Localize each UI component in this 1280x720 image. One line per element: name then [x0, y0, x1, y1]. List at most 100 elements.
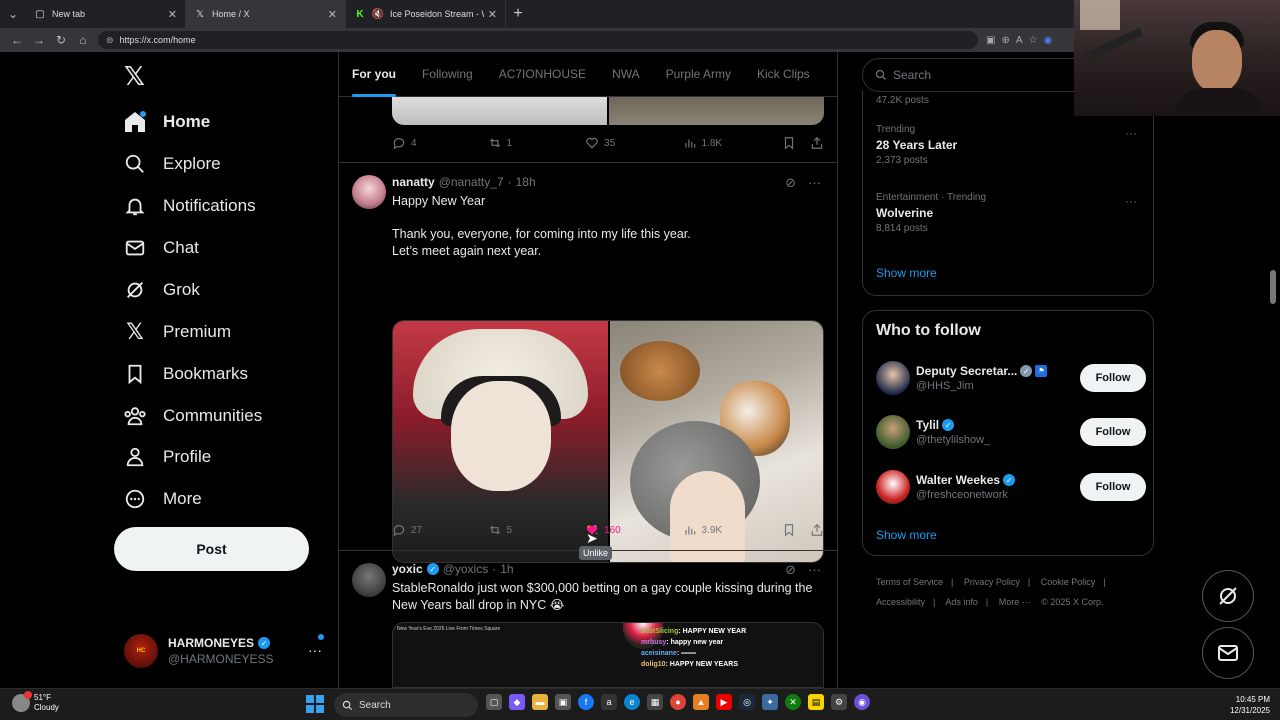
show-more-link[interactable]: Show more — [876, 266, 937, 280]
avatar[interactable] — [352, 563, 386, 597]
repost-button[interactable]: 5 — [488, 523, 586, 537]
post-button[interactable]: Post — [114, 527, 309, 571]
url-field[interactable]: ⊜ https://x.com/home — [98, 31, 978, 49]
grok-fab-button[interactable] — [1202, 570, 1254, 622]
trend-item[interactable]: Entertainment · Trending Wolverine 8,814… — [876, 192, 986, 234]
favorite-star-icon[interactable]: ☆ — [1029, 35, 1038, 46]
more-dots-icon[interactable]: ··· — [808, 175, 821, 191]
weather-widget[interactable]: 51°F Cloudy — [12, 691, 59, 713]
post-time[interactable]: 18h — [516, 175, 536, 189]
more-link[interactable]: More ··· — [999, 597, 1031, 607]
terms-link[interactable]: Terms of Service — [876, 577, 943, 587]
tab-purple-army[interactable]: Purple Army — [666, 52, 731, 97]
avatar[interactable] — [352, 175, 386, 209]
messages-fab-button[interactable] — [1202, 627, 1254, 679]
nav-bookmarks[interactable]: Bookmarks — [122, 356, 248, 392]
nav-profile[interactable]: Profile — [122, 439, 211, 475]
tab-following[interactable]: Following — [422, 52, 473, 97]
steam-icon[interactable]: ◎ — [739, 694, 755, 710]
page-scrollbar[interactable] — [1268, 52, 1280, 688]
nav-communities[interactable]: Communities — [122, 398, 262, 434]
trend-item[interactable]: Trending 28 Years Later 2,373 posts — [876, 124, 957, 166]
post-media-stream-screenshot[interactable]: New Year's Eve 2025 Live From Times Squa… — [392, 622, 824, 688]
repost-button[interactable]: 1 — [488, 136, 586, 150]
ads-info-link[interactable]: Ads info — [945, 597, 978, 607]
accessibility-link[interactable]: Accessibility — [876, 597, 925, 607]
home-icon[interactable]: ⌂ — [72, 30, 94, 50]
author-handle[interactable]: @yoxics — [443, 562, 489, 576]
forward-arrow-icon[interactable]: → — [28, 30, 50, 50]
file-explorer-icon[interactable]: ▬ — [532, 694, 548, 710]
tab-for-you[interactable]: For you — [352, 52, 396, 97]
task-view-icon[interactable]: ▢ — [486, 694, 502, 710]
site-info-icon[interactable]: ⊜ — [106, 35, 114, 46]
like-button[interactable]: 35 — [585, 136, 683, 150]
app-icon[interactable]: ✦ — [762, 694, 778, 710]
scrollbar-thumb[interactable] — [1270, 270, 1276, 304]
follow-button[interactable]: Follow — [1080, 473, 1146, 501]
browser-tab-new-tab[interactable]: ▢ New tab ✕ — [26, 0, 186, 28]
tab-kick-clips[interactable]: Kick Clips — [757, 52, 810, 97]
cookie-link[interactable]: Cookie Policy — [1041, 577, 1096, 587]
youtube-icon[interactable]: ▶ — [716, 694, 732, 710]
unlike-button[interactable]: 160 — [585, 523, 683, 537]
follow-button[interactable]: Follow — [1080, 418, 1146, 446]
browser-tab-home-x[interactable]: 𝕏 Home / X ✕ — [186, 0, 346, 28]
reply-button[interactable]: 27 — [392, 523, 488, 537]
facebook-icon[interactable]: f — [578, 694, 594, 710]
nav-explore[interactable]: Explore — [122, 146, 221, 182]
windows-start-icon[interactable] — [306, 695, 324, 713]
share-icon[interactable] — [810, 136, 824, 150]
tab-ac7ionhouse[interactable]: AC7IONHOUSE — [499, 52, 586, 97]
bookmark-icon[interactable] — [782, 523, 796, 537]
zoom-icon[interactable]: ⊕ — [1001, 35, 1009, 46]
more-dots-icon[interactable]: ··· — [808, 562, 821, 578]
vlc-icon[interactable]: ▲ — [693, 694, 709, 710]
show-more-link[interactable]: Show more — [876, 528, 937, 542]
follow-suggestion[interactable]: Deputy Secretar... ✓ ⚑ @HHS_Jim Follow — [876, 359, 1146, 397]
more-dots-icon[interactable]: ··· — [308, 642, 322, 658]
tab-nwa[interactable]: NWA — [612, 52, 640, 97]
author-handle[interactable]: @nanatty_7 — [439, 175, 504, 189]
xbox-icon[interactable]: ✕ — [785, 694, 801, 710]
avatar[interactable] — [876, 470, 910, 504]
follow-suggestion[interactable]: Walter Weekes ✓ @freshceonetwork Follow — [876, 468, 1146, 506]
nav-chat[interactable]: Chat — [122, 230, 199, 266]
privacy-link[interactable]: Privacy Policy — [964, 577, 1020, 587]
notes-icon[interactable]: ▤ — [808, 694, 824, 710]
reload-icon[interactable]: ↻ — [50, 30, 72, 50]
tab-list-chevron-icon[interactable]: ⌄ — [0, 3, 26, 25]
taskbar-search[interactable]: Search — [334, 693, 478, 717]
post-media[interactable] — [392, 97, 824, 125]
reply-button[interactable]: 4 — [392, 136, 488, 150]
settings-gear-icon[interactable]: ⚙ — [831, 694, 847, 710]
nav-more[interactable]: More — [122, 481, 202, 517]
amazon-icon[interactable]: a — [601, 694, 617, 710]
follow-button[interactable]: Follow — [1080, 364, 1146, 392]
follow-suggestion[interactable]: Tylil ✓ @thetylilshow_ Follow — [876, 413, 1146, 451]
nav-notifications[interactable]: Notifications — [122, 188, 256, 224]
post-time[interactable]: 1h — [500, 562, 513, 576]
nav-grok[interactable]: Grok — [122, 272, 200, 308]
muted-speaker-icon[interactable]: 🔇 — [372, 8, 384, 20]
new-tab-button[interactable]: + — [506, 2, 530, 26]
tab-close-icon[interactable]: ✕ — [488, 8, 497, 21]
account-switcher[interactable]: HC HARMONEYES ✓ @HARMONEYESS ··· — [124, 630, 334, 672]
browser-tab-kick-stream[interactable]: K 🔇 Ice Poseidon Stream - Watch ✕ — [346, 0, 506, 28]
calculator-icon[interactable]: ▦ — [647, 694, 663, 710]
extension-icon[interactable]: ◉ — [1043, 35, 1052, 46]
system-clock[interactable]: 10:45 PM 12/31/2025 — [1230, 694, 1270, 716]
bookmark-icon[interactable] — [782, 136, 796, 150]
views-button[interactable]: 1.8K — [683, 136, 782, 150]
obs-icon[interactable]: ◉ — [854, 694, 870, 710]
chrome-icon[interactable]: ● — [670, 694, 686, 710]
read-aloud-icon[interactable]: A — [1016, 35, 1023, 46]
views-button[interactable]: 3.9K — [683, 523, 782, 537]
reader-icon[interactable]: ▣ — [986, 35, 995, 46]
avatar[interactable] — [876, 415, 910, 449]
copilot-icon[interactable]: ◆ — [509, 694, 525, 710]
media-image[interactable] — [607, 97, 824, 125]
more-dots-icon[interactable]: ··· — [1125, 126, 1137, 140]
grok-icon[interactable]: ⊘ — [785, 175, 796, 191]
edge-icon[interactable]: e — [624, 694, 640, 710]
